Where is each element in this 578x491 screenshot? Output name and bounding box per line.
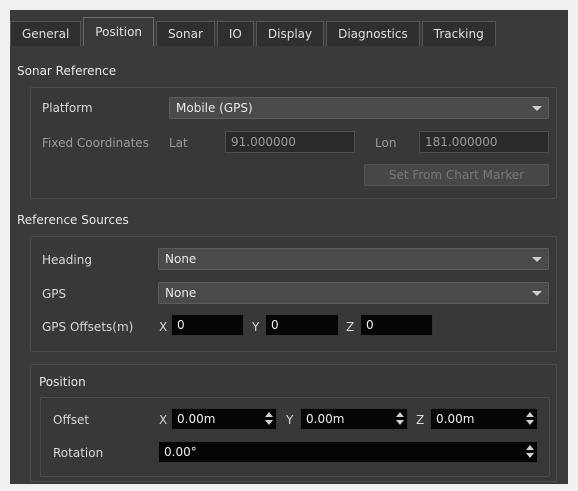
tab-io[interactable]: IO [216,21,254,46]
offset-y-value: 0.00m [306,412,345,426]
tab-diagnostics[interactable]: Diagnostics [326,21,420,46]
offset-z-spinbox[interactable]: 0.00m [430,408,538,430]
gps-label: GPS [42,287,67,301]
offset-x-label: X [159,413,168,427]
fixed-coordinates-label: Fixed Coordinates [42,136,149,150]
spin-arrows-icon[interactable] [394,410,406,428]
gps-offsets-label: GPS Offsets(m) [42,320,134,334]
gps-offset-z-label: Z [346,320,355,334]
offset-label: Offset [53,413,90,427]
tab-general[interactable]: General [10,21,82,46]
chevron-down-icon [532,257,542,262]
spin-arrows-icon[interactable] [263,410,275,428]
offset-x-value: 0.00m [177,412,216,426]
rotation-value: 0.00° [164,445,197,459]
tab-tracking[interactable]: Tracking [421,21,496,46]
lon-label: Lon [375,136,397,150]
heading-value: None [165,252,197,266]
set-from-chart-marker-button[interactable]: Set From Chart Marker [364,164,549,186]
lon-field[interactable]: 181.000000 [419,131,549,153]
offset-z-label: Z [416,413,425,427]
position-title: Position [39,375,86,389]
lon-value: 181.000000 [425,135,498,149]
heading-label: Heading [42,253,92,267]
reference-sources-title: Reference Sources [17,213,129,227]
gps-offset-y-input[interactable]: 0 [265,314,339,336]
platform-dropdown[interactable]: Mobile (GPS) [169,97,549,119]
spin-arrows-icon[interactable] [524,443,536,461]
gps-offset-x-value: 0 [177,318,185,332]
platform-label: Platform [42,101,93,115]
tab-display[interactable]: Display [255,21,325,46]
platform-value: Mobile (GPS) [176,101,253,115]
lat-field[interactable]: 91.000000 [225,131,355,153]
gps-offset-x-label: X [159,320,168,334]
chevron-down-icon [532,291,542,296]
gps-offset-y-label: Y [252,320,260,334]
gps-offset-z-value: 0 [366,318,374,332]
offset-x-spinbox[interactable]: 0.00m [171,408,277,430]
gps-offset-z-input[interactable]: 0 [360,314,433,336]
spin-arrows-icon[interactable] [524,410,536,428]
rotation-spinbox[interactable]: 0.00° [158,441,538,463]
lat-label: Lat [169,136,188,150]
gps-offset-x-input[interactable]: 0 [171,314,244,336]
offset-z-value: 0.00m [436,412,475,426]
sonar-reference-title: Sonar Reference [17,64,117,78]
gps-dropdown[interactable]: None [158,282,549,304]
gps-offset-y-value: 0 [271,318,279,332]
offset-y-spinbox[interactable]: 0.00m [300,408,408,430]
chevron-down-icon [532,106,542,111]
rotation-label: Rotation [53,446,104,460]
tab-position[interactable]: Position [83,17,155,46]
tab-sonar[interactable]: Sonar [156,21,215,46]
offset-y-label: Y [286,413,294,427]
lat-value: 91.000000 [231,135,296,149]
tab-bar: General Position Sonar IO Display Diagno… [10,12,498,46]
gps-value: None [165,286,197,300]
heading-dropdown[interactable]: None [158,248,549,270]
